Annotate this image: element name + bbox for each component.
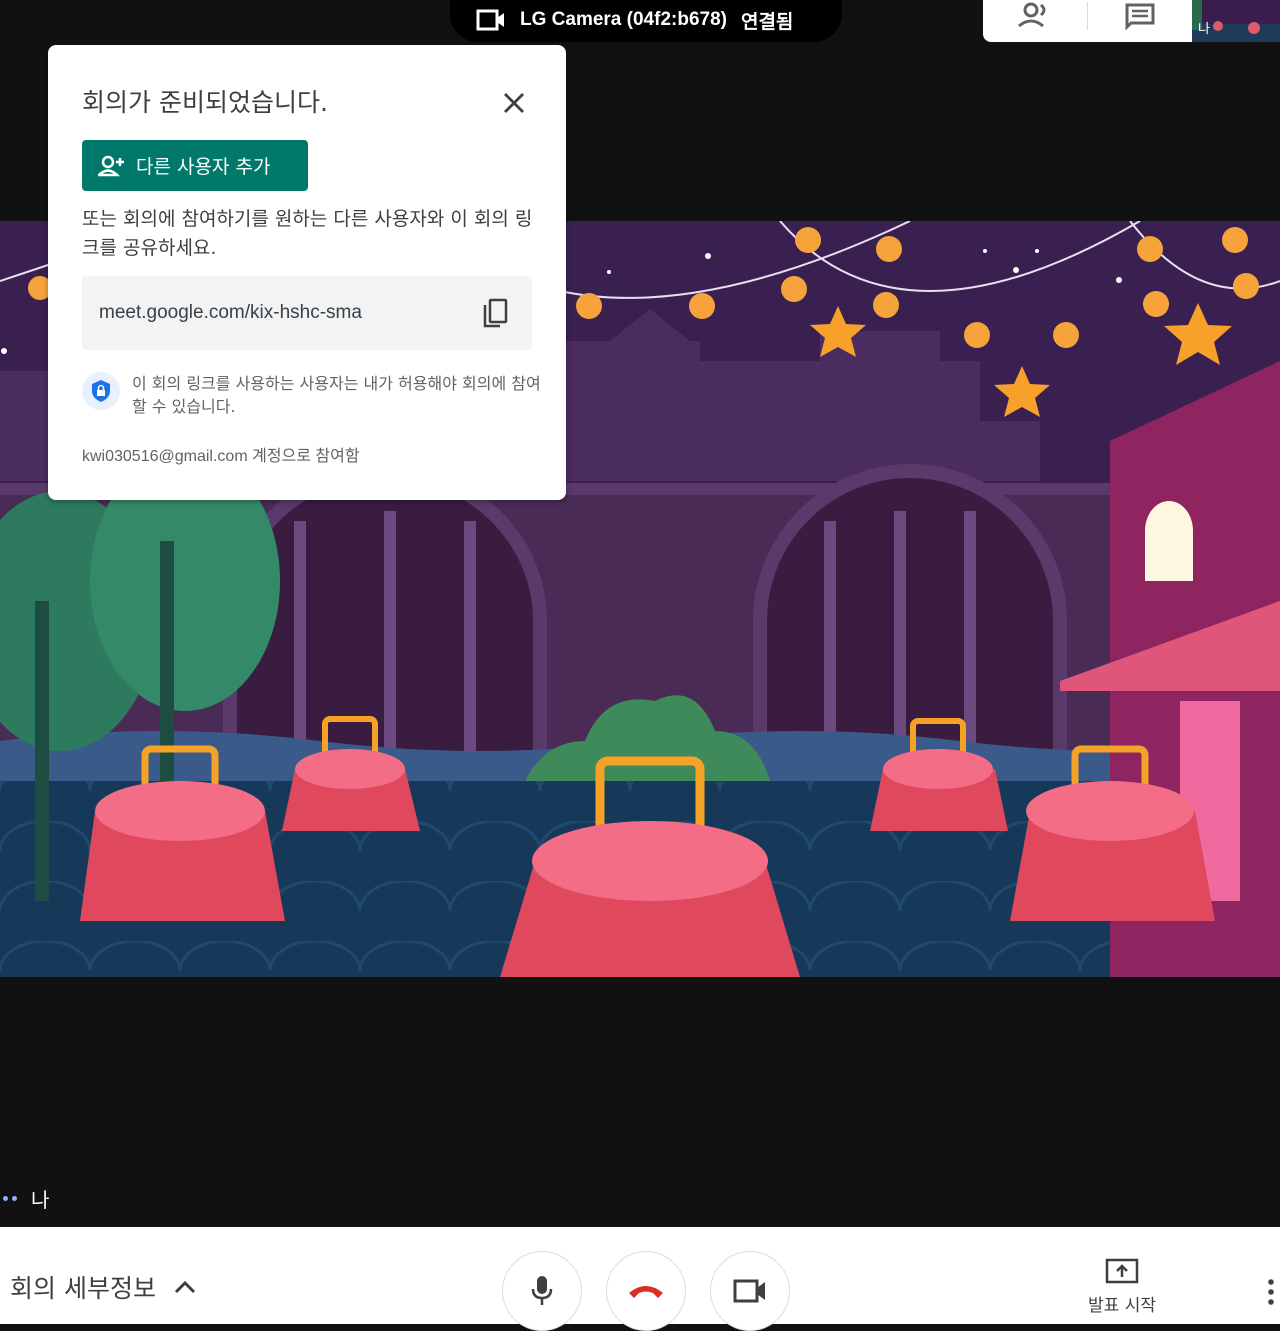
chat-button[interactable]	[1088, 0, 1192, 42]
meeting-details-button[interactable]: 회의 세부정보	[10, 1269, 196, 1305]
admission-notice-text: 이 회의 링크를 사용하는 사용자는 내가 허용해야 회의에 참여할 수 있습니…	[132, 374, 541, 416]
present-now-button[interactable]: 발표 시작	[1078, 1257, 1166, 1316]
copy-icon[interactable]	[480, 296, 510, 330]
microphone-icon	[531, 1276, 553, 1305]
thumbnail-label: 나	[1198, 22, 1210, 37]
hang-up-button[interactable]	[606, 1251, 686, 1331]
chat-icon	[1125, 3, 1155, 30]
meeting-link[interactable]: meet.google.com/kix-hshc-sma	[99, 302, 362, 324]
present-now-label: 발표 시작	[1088, 1296, 1156, 1316]
share-description: 또는 회의에 참여하기를 원하는 다른 사용자와 이 회의 링크를 공유하세요.	[82, 208, 533, 259]
admission-notice: 이 회의 링크를 사용하는 사용자는 내가 허용해야 회의에 참여할 수 있습니…	[82, 372, 542, 418]
video-camera-icon	[476, 9, 504, 31]
self-name-row: 나	[0, 1180, 49, 1216]
meeting-details-label: 회의 세부정보	[10, 1274, 156, 1303]
close-icon[interactable]	[498, 87, 530, 119]
top-right-panel	[983, 0, 1193, 42]
more-options-icon[interactable]	[1262, 1277, 1280, 1307]
people-icon	[1018, 2, 1046, 28]
microphone-button[interactable]	[502, 1251, 582, 1331]
bottom-control-bar: 회의 세부정보 발표 시작	[0, 1227, 1280, 1331]
chevron-up-icon	[174, 1280, 196, 1294]
add-people-label: 다른 사용자 추가	[136, 156, 271, 178]
meeting-link-box[interactable]: meet.google.com/kix-hshc-sma	[82, 276, 532, 350]
self-video-thumbnail[interactable]: 나	[1192, 0, 1280, 42]
audio-indicator-icon	[0, 1195, 17, 1201]
add-person-icon	[98, 155, 124, 176]
camera-status-pill: LG Camera (04f2:b678) 연결됨	[450, 0, 842, 42]
camera-button[interactable]	[710, 1251, 790, 1331]
self-name: 나	[31, 1187, 50, 1212]
dialog-title: 회의가 준비되었습니다.	[82, 88, 328, 117]
present-screen-icon	[1105, 1258, 1139, 1284]
meeting-ready-dialog: 회의가 준비되었습니다. 다른 사용자 추가 또는 회의에 참여하기를 원하는 …	[48, 45, 566, 500]
camera-state: 연결됨	[740, 11, 794, 33]
camera-icon	[733, 1279, 765, 1303]
shield-lock-icon	[82, 372, 120, 410]
add-people-button[interactable]: 다른 사용자 추가	[82, 140, 308, 191]
people-button[interactable]	[983, 0, 1087, 42]
joined-account: kwi030516@gmail.com 계정으로 참여함	[82, 448, 360, 465]
camera-device-name: LG Camera (04f2:b678)	[520, 9, 727, 30]
hang-up-icon	[629, 1286, 663, 1298]
